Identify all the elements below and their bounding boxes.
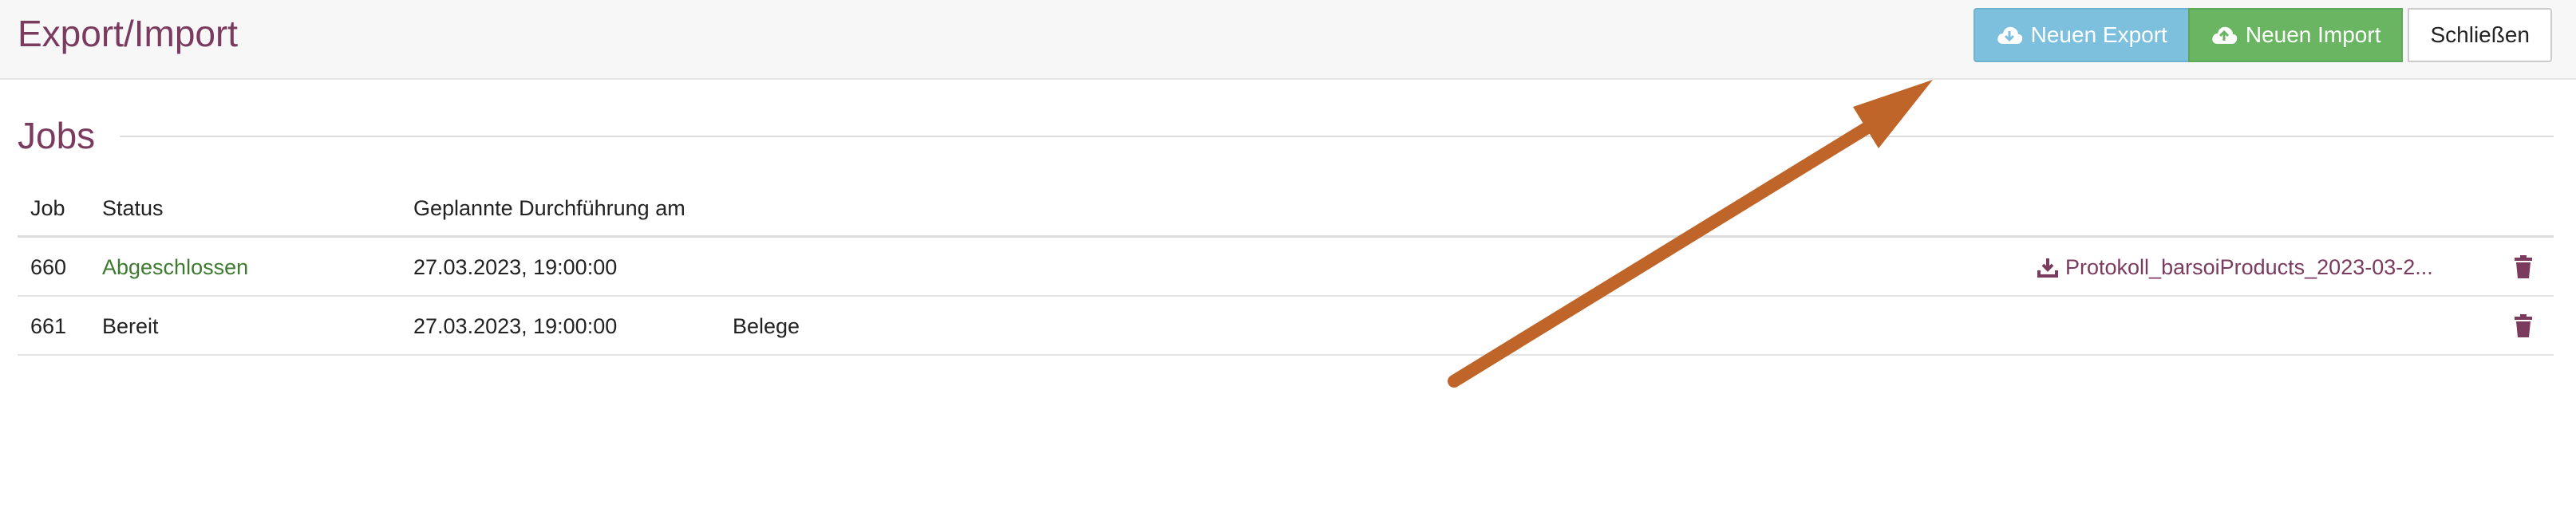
new-import-button[interactable]: Neuen Import [2187,8,2404,62]
trash-icon [2515,314,2532,337]
section-divider [120,136,2554,137]
column-header-job: Job [30,196,65,220]
column-header-date: Geplannte Durchführung am [413,196,685,220]
delete-job-button[interactable] [2514,238,2533,297]
table-header-row: Job Status Geplannte Durchführung am [18,179,2554,238]
new-export-label: Neuen Export [2030,22,2167,47]
job-type: Belege [733,314,800,338]
job-status: Bereit [102,314,159,338]
table-row: 660 Abgeschlossen 27.03.2023, 19:00:00 P… [18,238,2554,297]
table-row: 661 Bereit 27.03.2023, 19:00:00 Belege [18,297,2554,356]
job-date: 27.03.2023, 19:00:00 [413,314,618,338]
job-status: Abgeschlossen [102,255,249,279]
page-title: Export/Import [18,13,239,54]
cloud-download-icon [1997,26,2022,44]
toolbar: Neuen Export Neuen Import Schließen [1973,8,2552,62]
download-icon [2037,258,2058,278]
jobs-heading: Jobs [18,115,96,156]
job-id: 661 [30,314,67,338]
new-import-label: Neuen Import [2245,22,2381,47]
column-header-status: Status [102,196,164,220]
protocol-file-link[interactable]: Protokoll_barsoiProducts_2023-03-2... [2037,238,2433,297]
job-id: 660 [30,255,67,279]
delete-job-button[interactable] [2514,297,2533,356]
close-button[interactable]: Schließen [2408,8,2552,62]
protocol-file-name: Protokoll_barsoiProducts_2023-03-2... [2065,255,2433,279]
cloud-upload-icon [2212,26,2238,44]
trash-icon [2515,255,2532,278]
new-export-button[interactable]: Neuen Export [1973,8,2188,62]
jobs-table: Job Status Geplannte Durchführung am 660… [18,179,2554,356]
job-date: 27.03.2023, 19:00:00 [413,255,618,279]
header-bar: Export/Import Neuen Export Neuen Import … [0,0,2576,80]
